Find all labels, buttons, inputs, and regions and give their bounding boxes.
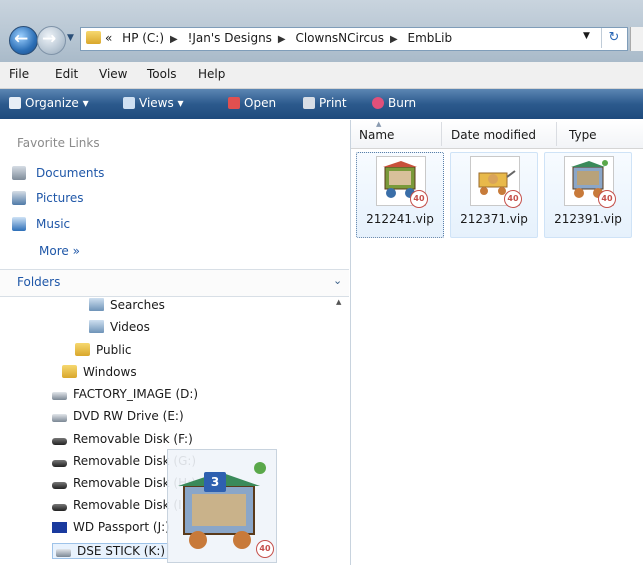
file-item[interactable]: 40 212391.vip: [544, 152, 632, 238]
folders-header[interactable]: Folders ⌄: [0, 269, 349, 297]
column-type[interactable]: Type: [569, 128, 597, 142]
open-button[interactable]: Open: [228, 96, 276, 110]
back-arrow-icon: ←: [14, 29, 29, 49]
file-item[interactable]: 40 212241.vip: [356, 152, 444, 238]
burn-button[interactable]: Burn: [372, 96, 416, 110]
dvd-drive-icon: [52, 414, 67, 422]
printer-icon: [303, 97, 315, 109]
file-name[interactable]: 212241.vip: [357, 212, 443, 226]
breadcrumb-overflow[interactable]: «: [105, 31, 112, 45]
chevron-down-icon[interactable]: ⌄: [333, 274, 342, 287]
forward-button[interactable]: →: [37, 26, 66, 55]
removable-disk-icon: [52, 504, 67, 511]
disc-icon: [372, 97, 384, 109]
favorite-links-title: Favorite Links: [17, 136, 100, 150]
folder-icon: [75, 343, 90, 356]
drag-item-count: 3: [204, 472, 226, 492]
forward-arrow-icon: →: [42, 29, 57, 49]
folder-icon: [86, 31, 101, 44]
print-button[interactable]: Print: [303, 96, 347, 110]
circus-wagon-thumbnail: 40: [376, 156, 428, 208]
removable-disk-icon: [52, 460, 67, 467]
column-divider[interactable]: [556, 122, 557, 146]
removable-disk-icon: [52, 438, 67, 445]
command-bar: Organize ▾ Views ▾ Open Print Burn: [0, 89, 643, 119]
refresh-icon[interactable]: ↻: [601, 28, 626, 48]
menu-tools[interactable]: Tools: [147, 67, 177, 81]
tree-item-dvd-drive[interactable]: DVD RW Drive (E:): [52, 409, 184, 423]
tree-item-windows[interactable]: Windows: [62, 365, 137, 379]
wd-drive-icon: [52, 522, 67, 533]
search-box-edge[interactable]: [630, 27, 643, 51]
breadcrumb-item[interactable]: EmbLib: [408, 31, 453, 45]
file-list-pane: ▲ Name Date modified Type 40 212241.vip: [351, 120, 643, 565]
music-icon: [12, 217, 26, 231]
favorite-pictures[interactable]: Pictures: [12, 191, 84, 205]
usb-drive-icon: [56, 549, 71, 557]
tree-item-wd-passport[interactable]: WD Passport (J:): [52, 520, 170, 534]
organize-button[interactable]: Organize ▾: [9, 96, 89, 110]
searches-icon: [89, 298, 104, 311]
column-date-modified[interactable]: Date modified: [451, 128, 536, 142]
tree-item-removable-f[interactable]: Removable Disk (F:): [52, 432, 193, 446]
breadcrumb[interactable]: « HP (C:) ▶ !Jan's Designs ▶ ClownsNCircus…: [80, 27, 628, 51]
breadcrumb-item[interactable]: HP (C:): [122, 31, 164, 45]
chevron-right-icon[interactable]: ▶: [390, 34, 398, 45]
views-icon: [123, 97, 135, 109]
breadcrumb-item[interactable]: ClownsNCircus: [295, 31, 384, 45]
tree-item-searches[interactable]: Searches: [89, 298, 165, 312]
chevron-right-icon[interactable]: ▶: [278, 34, 286, 45]
open-icon: [228, 97, 240, 109]
circus-wagon-icon: [178, 462, 266, 549]
tree-item-factory-image[interactable]: FACTORY_IMAGE (D:): [52, 387, 198, 401]
menu-help[interactable]: Help: [198, 67, 225, 81]
breadcrumb-item[interactable]: !Jan's Designs: [188, 31, 272, 45]
documents-icon: [12, 166, 26, 180]
tree-item-dse-stick[interactable]: DSE STICK (K:): [52, 543, 170, 559]
drag-preview: 3 40: [167, 449, 277, 563]
address-bar-area: ← → ▼ « HP (C:) ▶ !Jan's Designs ▶ ClownsN…: [0, 0, 643, 62]
tree-item-public[interactable]: Public: [75, 343, 132, 357]
drive-icon: [52, 392, 67, 400]
column-header: ▲ Name Date modified Type: [351, 120, 643, 149]
more-link[interactable]: More »: [39, 244, 80, 258]
scroll-up-icon[interactable]: ▲: [336, 298, 341, 306]
circus-wagon-thumbnail: 40: [564, 156, 616, 208]
embroidery-badge: 40: [504, 190, 522, 208]
circus-wagon-thumbnail: 40: [470, 156, 522, 208]
organize-icon: [9, 97, 21, 109]
menu-file[interactable]: File: [9, 67, 29, 81]
address-dropdown-icon[interactable]: ▼: [583, 31, 590, 41]
recent-pages-dropdown-icon[interactable]: ▼: [67, 33, 74, 43]
chevron-right-icon[interactable]: ▶: [170, 34, 178, 45]
file-name[interactable]: 212371.vip: [451, 212, 537, 226]
back-button[interactable]: ←: [9, 26, 38, 55]
videos-icon: [89, 320, 104, 333]
file-item[interactable]: 40 212371.vip: [450, 152, 538, 238]
embroidery-badge: 40: [410, 190, 428, 208]
favorite-documents[interactable]: Documents: [12, 166, 104, 180]
embroidery-badge: 40: [256, 540, 274, 558]
removable-disk-icon: [52, 482, 67, 489]
file-name[interactable]: 212391.vip: [545, 212, 631, 226]
folders-label: Folders: [17, 275, 61, 289]
pictures-icon: [12, 191, 26, 205]
sort-ascending-icon: ▲: [376, 120, 382, 128]
column-divider[interactable]: [441, 122, 442, 146]
menu-bar: File Edit View Tools Help: [0, 62, 643, 89]
favorite-music[interactable]: Music: [12, 217, 70, 231]
embroidery-badge: 40: [598, 190, 616, 208]
tree-item-videos[interactable]: Videos: [89, 320, 150, 334]
folder-icon: [62, 365, 77, 378]
menu-edit[interactable]: Edit: [55, 67, 78, 81]
menu-view[interactable]: View: [99, 67, 127, 81]
views-button[interactable]: Views ▾: [123, 96, 184, 110]
column-name[interactable]: Name: [359, 128, 394, 142]
